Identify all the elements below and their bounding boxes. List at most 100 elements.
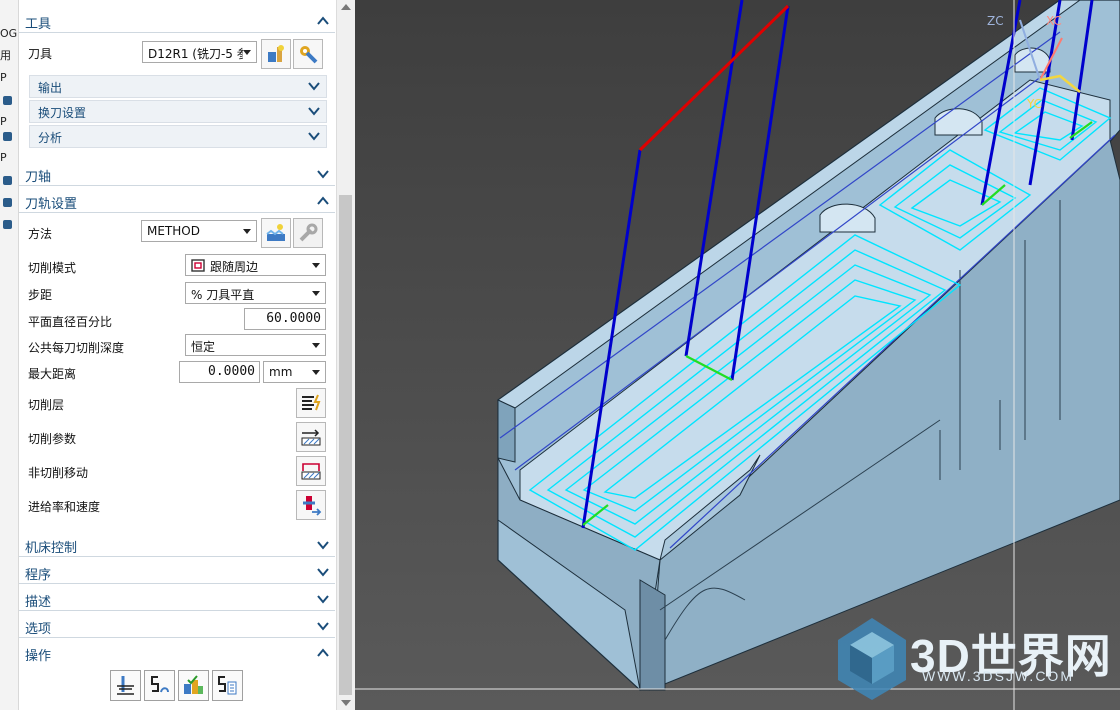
cut-params-label: 切削参数 — [28, 432, 77, 446]
depth-label: 公共每刀切削深度 — [28, 341, 125, 355]
generate-button[interactable] — [110, 670, 141, 701]
non-cutting-moves-button[interactable] — [296, 456, 326, 486]
tool-select-value: D12R1 (铣刀-5 参 — [148, 47, 243, 61]
navigator-row[interactable] — [0, 126, 18, 146]
tool-select[interactable]: D12R1 (铣刀-5 参 — [142, 41, 257, 63]
navigator-strip: OGI 用 P P P — [0, 0, 19, 710]
stepover-value: % 刀具平直 — [191, 288, 255, 302]
non-cutting-label: 非切削移动 — [28, 466, 89, 480]
tool-axis-section-header[interactable]: 刀轴 — [19, 163, 335, 186]
tool-new-button[interactable] — [261, 39, 291, 69]
section-title: 描述 — [25, 595, 52, 610]
cut-params-icon — [301, 429, 321, 446]
method-new-icon — [266, 224, 285, 241]
tool-new-icon — [268, 45, 284, 62]
scroll-up-icon[interactable] — [341, 4, 351, 10]
chevron-down-icon — [308, 107, 320, 116]
operation-icon — [3, 131, 12, 141]
tool-section-header[interactable]: 工具 — [19, 10, 335, 33]
verify-button[interactable] — [178, 670, 209, 701]
chevron-down-icon — [317, 541, 329, 550]
feeds-speeds-label: 进给率和速度 — [28, 500, 101, 514]
cut-levels-button[interactable] — [296, 388, 326, 418]
scroll-down-icon[interactable] — [341, 700, 351, 706]
chevron-down-icon — [243, 229, 251, 234]
unit-value: mm — [269, 365, 293, 379]
chevron-down-icon — [243, 50, 251, 55]
tool-change-subsection[interactable]: 换刀设置 — [29, 100, 327, 123]
method-edit-icon — [299, 223, 318, 242]
axis-label-y: YC — [1027, 97, 1043, 111]
stepover-select[interactable]: % 刀具平直 — [185, 282, 326, 304]
method-edit-button[interactable] — [293, 218, 323, 248]
method-new-button[interactable] — [261, 218, 291, 248]
scrollbar-thumb[interactable] — [339, 195, 352, 695]
part-model-view[interactable] — [355, 0, 1120, 710]
cut-pattern-select[interactable]: 跟随周边 — [185, 254, 326, 276]
replay-button[interactable] — [144, 670, 175, 701]
navigator-row[interactable] — [0, 214, 18, 234]
feeds-speeds-button[interactable] — [296, 490, 326, 520]
chevron-down-icon — [312, 263, 320, 268]
navigator-row-label: P — [0, 151, 7, 164]
method-label: 方法 — [28, 227, 53, 241]
cut-pattern-value: 跟随周边 — [210, 260, 259, 274]
description-section-header[interactable]: 描述 — [19, 588, 335, 611]
chevron-down-icon — [308, 82, 320, 91]
graphics-viewport[interactable]: ZC XC YC — [355, 0, 1120, 710]
chevron-down-icon — [312, 370, 320, 375]
tool-edit-button[interactable] — [293, 39, 323, 69]
chevron-down-icon — [317, 622, 329, 631]
chevron-down-icon — [317, 568, 329, 577]
analysis-subsection[interactable]: 分析 — [29, 125, 327, 148]
machine-control-section-header[interactable]: 机床控制 — [19, 534, 335, 557]
section-title: 机床控制 — [25, 541, 78, 556]
percent-input[interactable]: 60.0000 — [244, 308, 326, 330]
section-title: 操作 — [25, 649, 52, 664]
chevron-down-icon — [312, 343, 320, 348]
section-title: 刀轨设置 — [25, 197, 78, 212]
depth-select[interactable]: 恒定 — [185, 334, 326, 356]
navigator-row-label: OGI — [0, 27, 19, 40]
cut-pattern-label: 切削模式 — [28, 261, 77, 275]
chevron-down-icon — [312, 291, 320, 296]
options-section-header[interactable]: 选项 — [19, 615, 335, 638]
panel-scrollbar[interactable] — [336, 0, 355, 710]
verify-icon — [184, 675, 203, 694]
section-title: 工具 — [25, 17, 52, 32]
operation-icon — [3, 197, 12, 207]
navigator-row[interactable] — [0, 170, 18, 190]
depth-value: 恒定 — [191, 340, 216, 354]
cut-levels-icon — [302, 394, 321, 411]
chevron-down-icon — [317, 595, 329, 604]
max-distance-label: 最大距离 — [28, 367, 77, 381]
unit-select[interactable]: mm — [263, 361, 326, 383]
subsection-title: 输出 — [38, 81, 63, 95]
chevron-down-icon — [308, 132, 320, 141]
navigator-row[interactable]: P — [0, 148, 18, 168]
tool-label: 刀具 — [28, 47, 53, 61]
navigator-row-label: P — [0, 71, 7, 84]
operation-icon — [3, 95, 12, 105]
operation-icon — [3, 175, 12, 185]
cut-levels-label: 切削层 — [28, 398, 65, 412]
method-select[interactable]: METHOD — [141, 220, 257, 242]
section-title: 刀轴 — [25, 170, 52, 185]
cut-params-button[interactable] — [296, 422, 326, 452]
program-section-header[interactable]: 程序 — [19, 561, 335, 584]
follow-periphery-icon — [191, 259, 205, 272]
navigator-row[interactable] — [0, 192, 18, 212]
list-button[interactable] — [212, 670, 243, 701]
generate-icon — [117, 676, 134, 695]
method-select-value: METHOD — [147, 224, 200, 238]
feeds-speeds-icon — [303, 496, 322, 516]
path-settings-section-header[interactable]: 刀轨设置 — [19, 190, 335, 213]
navigator-row[interactable]: P — [0, 68, 18, 88]
watermark-url: WWW.3DSJW.COM — [922, 668, 1074, 684]
output-subsection[interactable]: 输出 — [29, 75, 327, 98]
navigator-row[interactable]: OGI — [0, 24, 18, 44]
navigator-row[interactable]: 用 — [0, 46, 18, 66]
max-distance-input[interactable]: 0.0000 — [179, 361, 260, 383]
actions-section-header[interactable]: 操作 — [19, 642, 335, 664]
navigator-row[interactable] — [0, 90, 18, 110]
